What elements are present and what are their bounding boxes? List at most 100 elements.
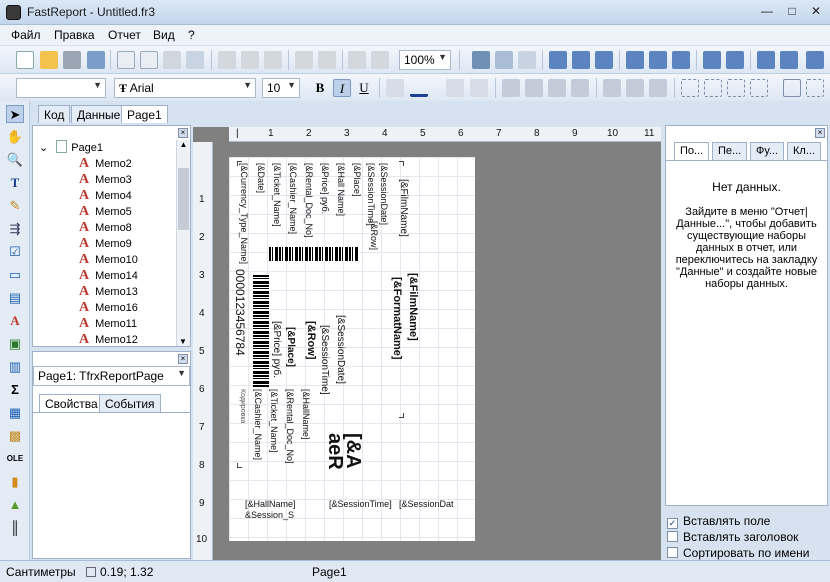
text-middle-icon[interactable] (626, 79, 644, 97)
new-icon[interactable] (16, 51, 34, 69)
save-icon[interactable] (63, 51, 81, 69)
tree-root[interactable]: ⌄ Page1 (39, 140, 103, 156)
align-bottom-icon[interactable] (672, 51, 690, 69)
memo-place-mid[interactable]: [&Place] (285, 327, 296, 367)
align-top-icon[interactable] (626, 51, 644, 69)
scroll-up-icon[interactable]: ▲ (177, 140, 190, 149)
object-selector[interactable]: Page1: TfrxReportPage ▼ (33, 366, 190, 386)
fit-to-grid-icon[interactable] (518, 51, 536, 69)
tab-variables[interactable]: Пе... (712, 142, 748, 160)
open-icon[interactable] (40, 51, 58, 69)
paste-icon[interactable] (264, 51, 282, 69)
tree-scrollbar[interactable]: ▲ ▼ (176, 140, 190, 346)
list-item[interactable]: A Memo5 (79, 204, 132, 220)
align-left-icon[interactable] (549, 51, 567, 69)
ole-tool-icon[interactable]: OLE (6, 450, 24, 468)
memo-cashier[interactable]: [&Cashier_Name] (288, 163, 298, 234)
tab-fields[interactable]: По... (674, 142, 710, 160)
minimize-button[interactable]: — (755, 4, 779, 20)
tab-functions[interactable]: Фу... (750, 142, 784, 160)
chart-tool-icon[interactable]: ▮ (6, 473, 24, 491)
report-page[interactable]: [&Currency_Type_Name] [&Date] [&Ticket_N… (229, 157, 475, 541)
text-tool-icon[interactable]: T (6, 174, 24, 192)
list-item[interactable]: A Memo8 (79, 220, 132, 236)
new-page-icon[interactable] (117, 51, 135, 69)
memo-hall[interactable]: [&Hall Name] (336, 163, 346, 216)
list-item[interactable]: A Memo10 (79, 252, 138, 268)
align-to-grid-icon[interactable] (495, 51, 513, 69)
hand-tool-icon[interactable]: ✋ (6, 128, 24, 146)
menu-view[interactable]: Вид (153, 28, 175, 42)
memo-cashier-low[interactable]: [&Cashier_Name] (253, 389, 263, 460)
frame-bottom-icon[interactable] (704, 79, 722, 97)
text-bottom-icon[interactable] (649, 79, 667, 97)
highlight-icon[interactable] (446, 79, 464, 97)
align-center-icon[interactable] (572, 51, 590, 69)
band-tool-icon[interactable]: ⇶ (6, 220, 24, 238)
memo-session-time-bottom[interactable]: [&SessionTime] (329, 499, 392, 509)
text-top-icon[interactable] (603, 79, 621, 97)
memo-tool-icon[interactable]: A (6, 312, 24, 330)
memo-currency[interactable]: [&Currency_Type_Name] (239, 163, 249, 264)
copy-icon[interactable] (241, 51, 259, 69)
memo-format-name[interactable]: [&FormatName] (391, 277, 403, 360)
memo-big-2[interactable]: aeR (323, 433, 346, 470)
tab-properties[interactable]: Свойства (39, 394, 104, 412)
list-item[interactable]: A Memo14 (79, 268, 138, 284)
line-tool-icon[interactable]: ▭ (6, 266, 24, 284)
subreport-tool-icon[interactable]: ▥ (6, 358, 24, 376)
list-item[interactable]: A Memo13 (79, 284, 138, 300)
close-button[interactable]: ✕ (804, 4, 828, 20)
underline-button[interactable]: U (355, 79, 373, 97)
tab-events[interactable]: События (99, 394, 161, 412)
memo-date[interactable]: [&Date] (256, 163, 266, 193)
option-insert-field[interactable]: ✓ Вставлять поле (667, 514, 770, 530)
cross-tool-icon[interactable]: ▦ (6, 404, 24, 422)
text-justify-icon[interactable] (571, 79, 589, 97)
preview-icon[interactable] (87, 51, 105, 69)
scroll-down-icon[interactable]: ▼ (177, 337, 189, 346)
align-right-icon[interactable] (595, 51, 613, 69)
barcode-side[interactable] (253, 275, 269, 387)
font-color-icon[interactable] (410, 79, 428, 97)
close-icon[interactable]: × (815, 128, 825, 138)
list-item[interactable]: A Memo16 (79, 300, 138, 316)
same-width-icon[interactable] (806, 51, 824, 69)
delete-page-icon[interactable] (163, 51, 181, 69)
frame-right-icon[interactable] (750, 79, 768, 97)
checkbox-checked-icon[interactable]: ✓ (667, 518, 678, 529)
checkbox-icon[interactable] (667, 547, 678, 558)
center-vertical-icon[interactable] (780, 51, 798, 69)
font-size-select[interactable]: 10 ▼ (262, 78, 300, 98)
maximize-button[interactable]: □ (780, 4, 804, 20)
memo-price-mid[interactable]: [&Price] руб. (271, 321, 282, 378)
font-name-select[interactable]: Ŧ Arial ▼ (114, 78, 256, 98)
space-horizontal-icon[interactable] (703, 51, 721, 69)
barcode-top[interactable] (269, 247, 359, 261)
bold-button[interactable]: B (311, 79, 329, 97)
list-item[interactable]: A Memo11 (79, 316, 137, 332)
list-item[interactable]: A Memo3 (79, 172, 132, 188)
space-vertical-icon[interactable] (726, 51, 744, 69)
align-middle-icon[interactable] (649, 51, 667, 69)
memo-rental-doc[interactable]: [&Rental_Doc_No] (304, 163, 314, 238)
rotation-icon[interactable] (470, 79, 488, 97)
group-icon[interactable] (348, 51, 366, 69)
menu-report[interactable]: Отчет (108, 28, 141, 42)
close-icon[interactable]: × (178, 354, 188, 364)
diagram-tool-icon[interactable]: ▲ (6, 496, 24, 514)
memo-ticket-low[interactable]: [&Ticket_Name] (269, 389, 279, 453)
tab-code[interactable]: Код (38, 105, 71, 123)
text-align-center-icon[interactable] (525, 79, 543, 97)
memo-session-time-mid[interactable]: [&SessionTime] (319, 325, 330, 395)
undo-icon[interactable] (295, 51, 313, 69)
zoom-select[interactable]: 100% ▼ (399, 50, 451, 70)
list-item[interactable]: A Memo4 (79, 188, 132, 204)
style-select[interactable]: ▼ (16, 78, 106, 98)
system-text-icon[interactable]: ▤ (6, 289, 24, 307)
menu-help[interactable]: ? (188, 28, 195, 42)
memo-hall-low[interactable]: [&HallName] (301, 389, 311, 440)
page-settings-icon[interactable] (186, 51, 204, 69)
barcode-number[interactable]: 0000123456784 (233, 269, 247, 356)
memo-row[interactable]: [&Row] (369, 221, 379, 250)
